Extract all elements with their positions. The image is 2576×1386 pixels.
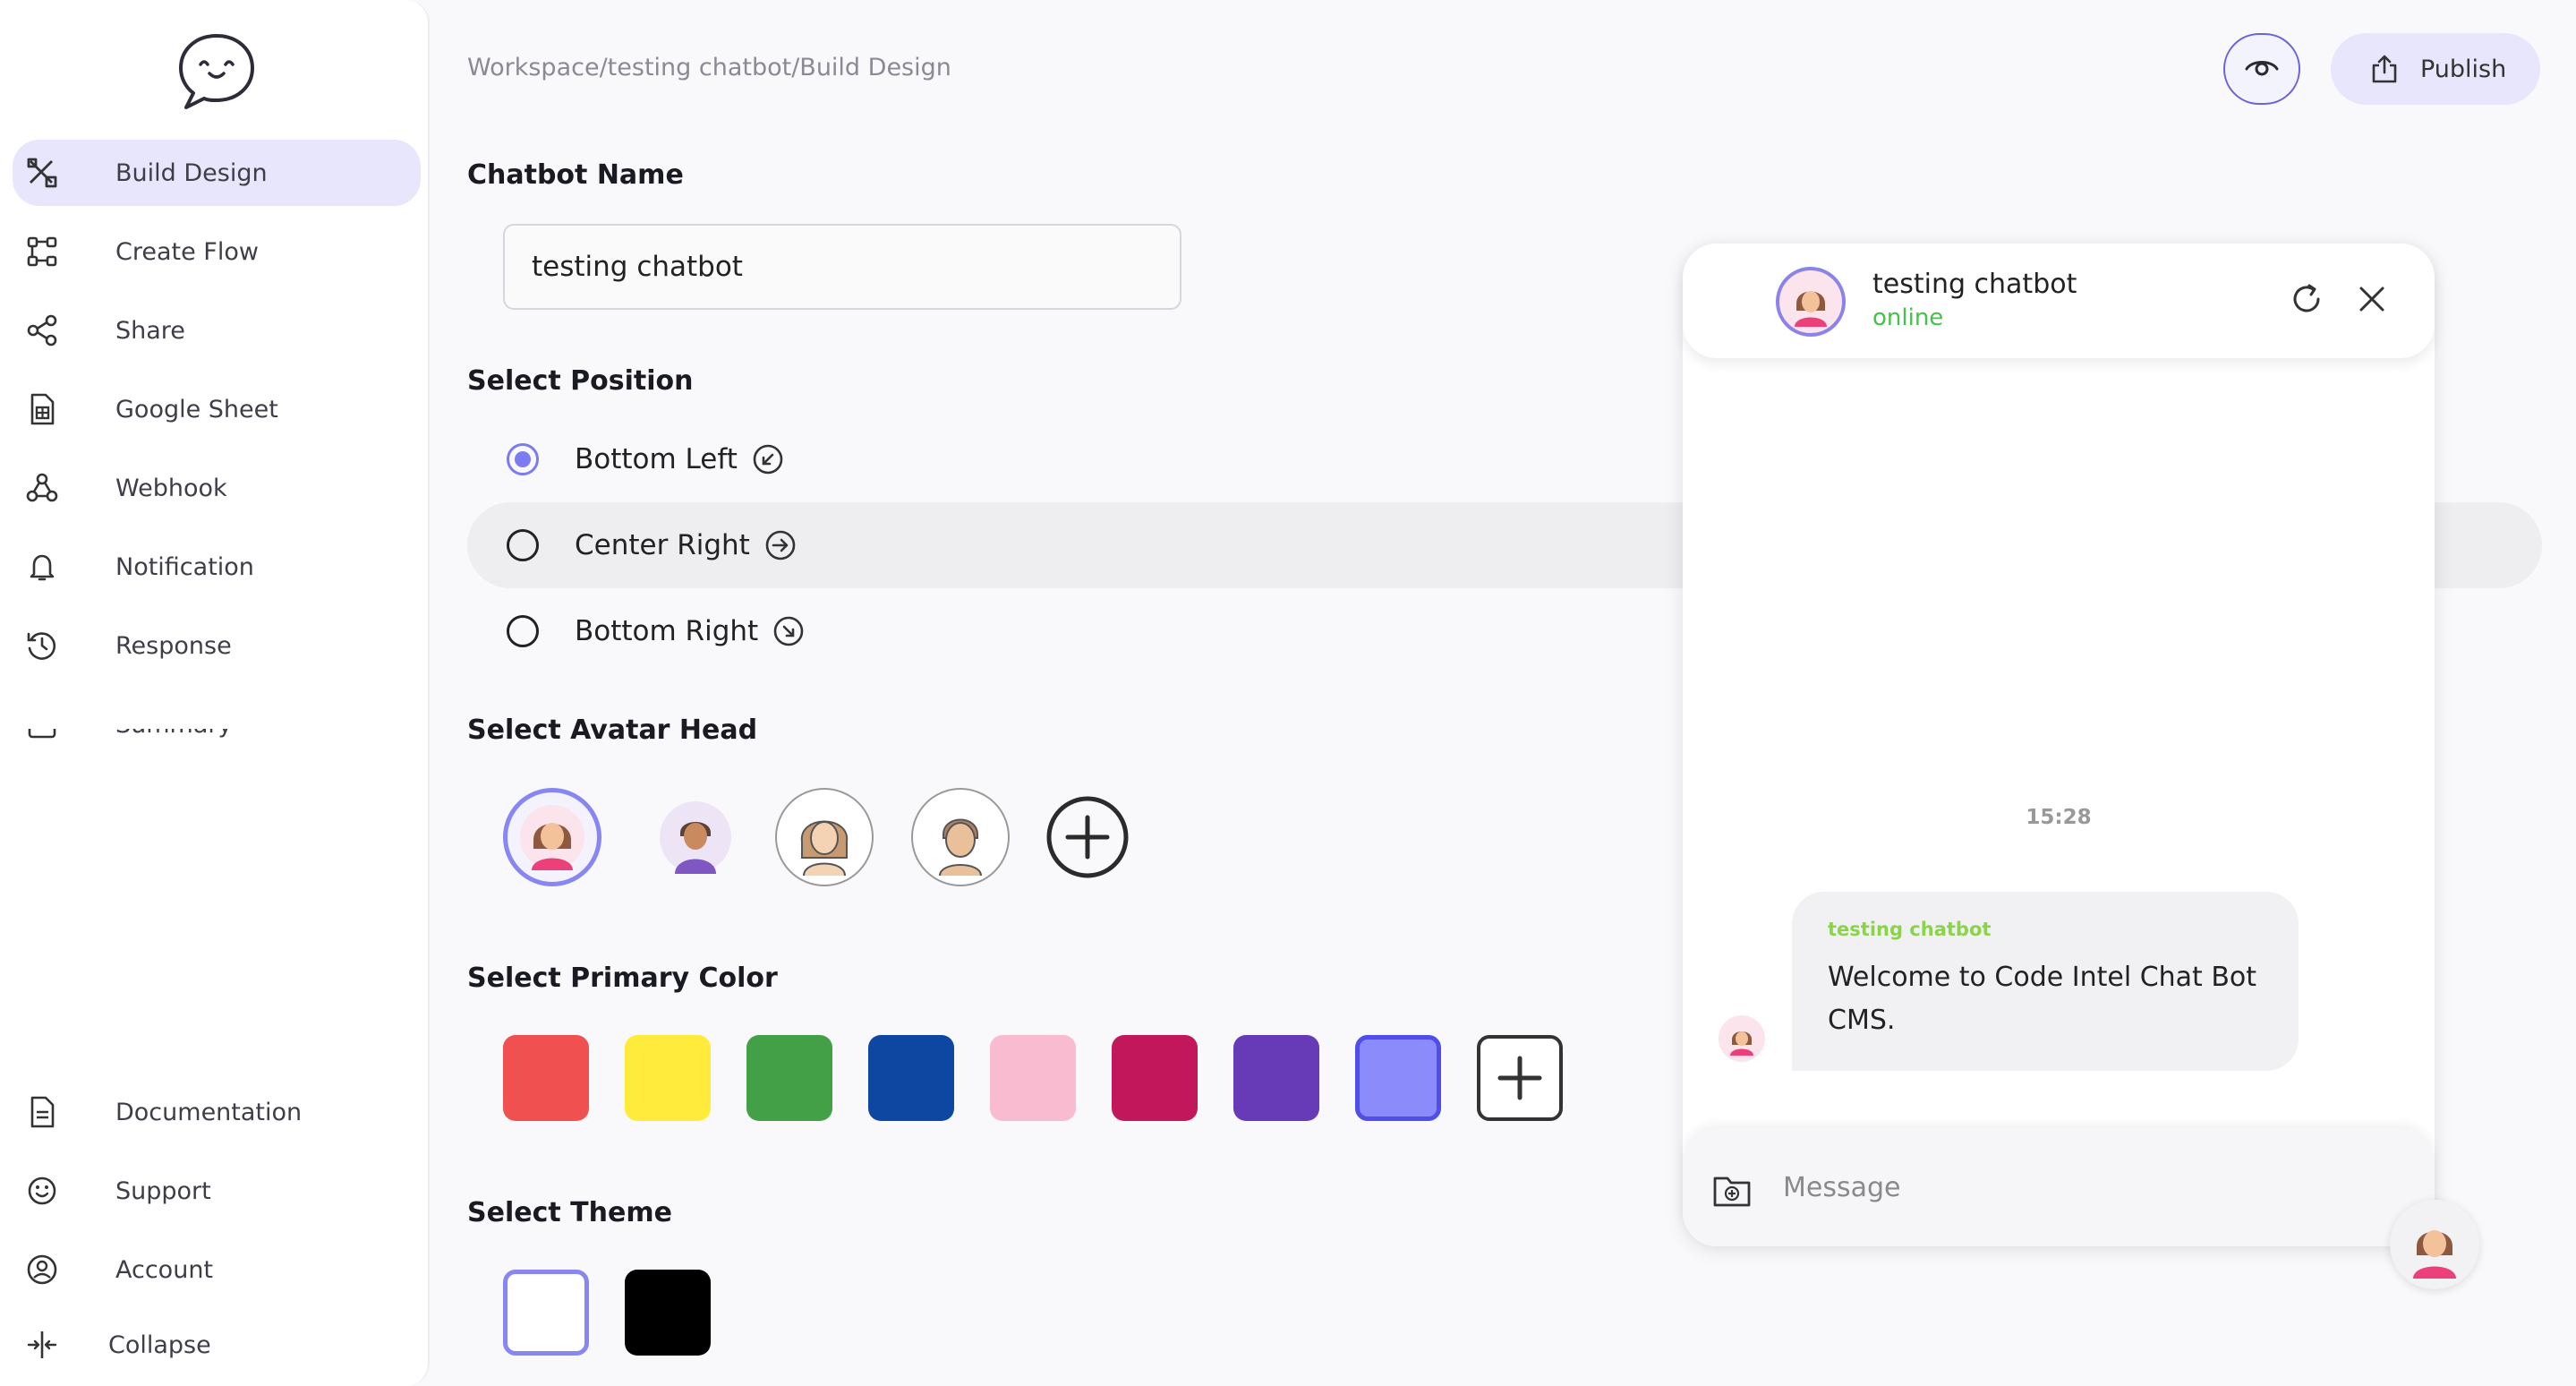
color-swatch[interactable] <box>746 1035 832 1121</box>
plus-icon <box>1497 1056 1542 1100</box>
chatbot-name-label: Chatbot Name <box>467 159 684 191</box>
upload-icon <box>2372 55 2397 83</box>
flow-icon <box>27 236 57 267</box>
chat-preview-window: testing chatbot online 15:28 testing cha… <box>1683 244 2435 1246</box>
sidebar-item-label: Documentation <box>115 1098 303 1126</box>
sidebar-item-label: Support <box>115 1176 211 1205</box>
chat-launcher-button[interactable] <box>2390 1200 2479 1289</box>
woman-sketch-avatar-icon <box>800 820 849 876</box>
radio-selected[interactable] <box>507 443 539 475</box>
chat-status: online <box>1872 304 1944 331</box>
message-composer <box>1683 1128 2435 1246</box>
sidebar-item-label: Google Sheet <box>115 395 278 424</box>
sidebar-item-notification[interactable]: Notification <box>13 534 421 600</box>
support-icon <box>28 1176 56 1205</box>
sidebar-item-response[interactable]: Response <box>13 612 421 679</box>
document-icon <box>30 1096 55 1128</box>
add-color-button[interactable] <box>1477 1035 1563 1121</box>
sidebar-collapse-button[interactable]: Collapse <box>13 1312 421 1378</box>
primary-color-label: Select Primary Color <box>467 962 778 994</box>
publish-button[interactable]: Publish <box>2331 33 2540 105</box>
avatar-option-woman-sketch[interactable] <box>775 788 874 886</box>
woman-avatar-icon <box>520 805 584 870</box>
sidebar-item-documentation[interactable]: Documentation <box>13 1079 421 1145</box>
sidebar-item-label: Notification <box>115 552 254 581</box>
woman-avatar-icon <box>1795 291 1827 327</box>
eye-icon <box>2245 61 2279 76</box>
message-timestamp: 15:28 <box>2026 806 2092 829</box>
man-avatar-icon <box>660 801 731 874</box>
build-design-icon <box>27 158 57 188</box>
sidebar-item-account[interactable]: Account <box>13 1236 421 1303</box>
share-icon <box>27 314 57 346</box>
color-swatch[interactable] <box>1355 1035 1441 1121</box>
radio-unselected[interactable] <box>507 529 539 561</box>
position-label: Select Position <box>467 365 694 397</box>
color-swatch[interactable] <box>625 1035 711 1121</box>
add-avatar-button[interactable] <box>1038 788 1137 886</box>
close-icon[interactable] <box>2354 281 2390 317</box>
sidebar-item-label: Webhook <box>115 474 227 502</box>
color-swatch[interactable] <box>1112 1035 1198 1121</box>
sidebar-item-webhook[interactable]: Webhook <box>13 455 421 521</box>
avatar-option-woman[interactable] <box>503 788 601 886</box>
sidebar-item-label: Share <box>115 316 185 345</box>
response-icon <box>27 632 56 660</box>
position-option-label: Bottom Left <box>575 443 738 475</box>
man-sketch-avatar-icon <box>939 818 982 876</box>
sidebar-item-label: Create Flow <box>115 237 259 266</box>
webhook-icon <box>26 473 58 502</box>
chatbot-name-input[interactable] <box>503 224 1181 310</box>
chat-bot-name: testing chatbot <box>1872 269 2077 300</box>
avatar-option-man-sketch[interactable] <box>911 788 1010 886</box>
publish-label: Publish <box>2420 55 2507 83</box>
arrow-right-icon <box>765 530 796 560</box>
position-option-label: Center Right <box>575 529 750 561</box>
bot-message-bubble: testing chatbot Welcome to Code Intel Ch… <box>1792 892 2299 1071</box>
sidebar-item-label: Collapse <box>108 1330 211 1359</box>
color-swatch[interactable] <box>1233 1035 1319 1121</box>
account-icon <box>27 1254 57 1285</box>
sidebar-item-label: Response <box>115 631 232 660</box>
collapse-icon <box>27 1331 57 1358</box>
chat-logo-icon[interactable] <box>174 29 260 115</box>
arrow-down-right-icon <box>773 616 804 646</box>
theme-swatch[interactable] <box>625 1270 711 1356</box>
theme-label: Select Theme <box>467 1197 672 1228</box>
chat-header: testing chatbot online <box>1683 244 2435 358</box>
google-sheet-icon <box>30 393 55 425</box>
message-sender: testing chatbot <box>1828 919 1992 940</box>
arrow-down-left-icon <box>753 444 783 475</box>
color-swatch[interactable] <box>868 1035 954 1121</box>
message-avatar <box>1719 1015 1765 1062</box>
color-swatch[interactable] <box>990 1035 1076 1121</box>
sidebar-item-label: Build Design <box>115 158 268 187</box>
plus-circle-icon <box>1046 796 1129 878</box>
avatar-option-man[interactable] <box>646 788 745 886</box>
chat-avatar <box>1776 267 1846 337</box>
sidebar-item-create-flow[interactable]: Create Flow <box>13 218 421 285</box>
sidebar-item-google-sheet[interactable]: Google Sheet <box>13 376 421 442</box>
sidebar: Build Design Create Flow Share Google Sh… <box>0 0 430 1386</box>
sidebar-item-build-design[interactable]: Build Design <box>13 140 421 206</box>
position-option-label: Bottom Right <box>575 615 759 647</box>
radio-unselected[interactable] <box>507 615 539 647</box>
preview-button[interactable] <box>2223 33 2300 105</box>
woman-avatar-icon <box>2413 1230 2456 1279</box>
nav-scroll-fade <box>13 704 421 729</box>
sidebar-item-label: Account <box>115 1255 214 1284</box>
sidebar-item-share[interactable]: Share <box>13 297 421 364</box>
woman-avatar-icon <box>1730 1031 1753 1056</box>
avatar-head-label: Select Avatar Head <box>467 714 758 746</box>
breadcrumb: Workspace/testing chatbot/Build Design <box>467 54 951 81</box>
color-swatch[interactable] <box>503 1035 589 1121</box>
theme-swatch[interactable] <box>503 1270 589 1356</box>
attach-folder-icon[interactable] <box>1711 1169 1753 1211</box>
bell-icon <box>30 554 55 581</box>
refresh-icon[interactable] <box>2288 281 2325 319</box>
message-input[interactable] <box>1783 1155 2401 1219</box>
message-text: Welcome to Code Intel Chat Bot CMS. <box>1828 962 2257 1036</box>
sidebar-item-support[interactable]: Support <box>13 1158 421 1224</box>
